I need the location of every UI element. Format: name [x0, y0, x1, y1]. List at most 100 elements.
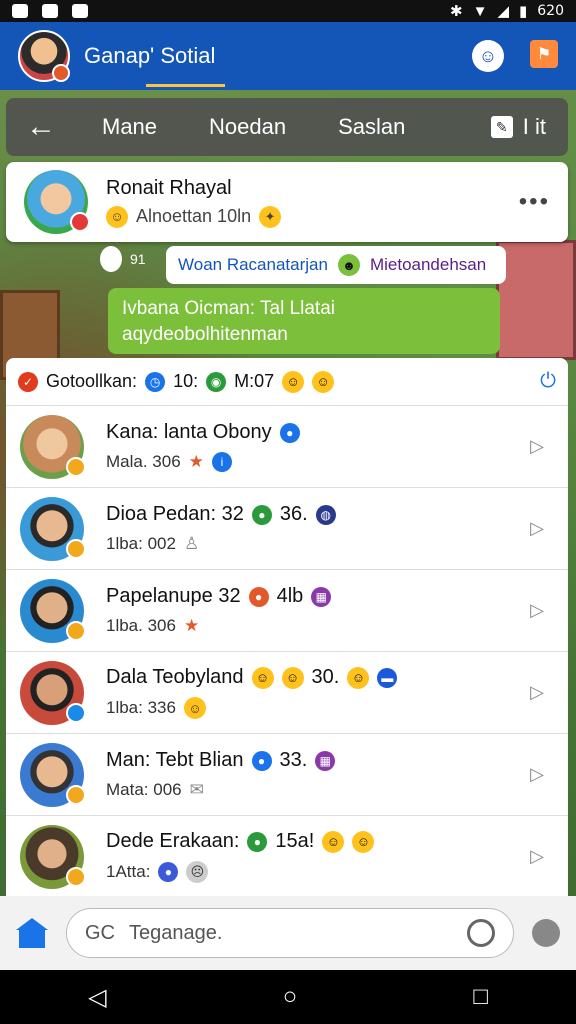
game-chip-icon: ◉ — [206, 371, 227, 392]
message-input[interactable]: GC Teganage. — [66, 908, 514, 958]
contact-stat: 1Atta: — [106, 862, 151, 881]
power-icon[interactable]: ⏻ — [540, 370, 556, 393]
contact-name: Kana: lanta Obony — [106, 421, 272, 443]
tab-mane[interactable]: Mane — [76, 114, 183, 140]
contacts-panel: ✓ Gotoollkan: ◷ 10: ◉ M:07 ☺ ☺ ⏻ Kana: l… — [6, 358, 568, 898]
edit-button[interactable]: ✎ I it — [490, 114, 546, 140]
check-badge-icon: ✓ — [18, 371, 38, 392]
chat-small-text: 91 — [130, 251, 146, 267]
shield-chip-icon: ● — [279, 422, 300, 443]
hug-emoji-icon: ☺ — [183, 697, 206, 719]
image-icon — [42, 4, 58, 18]
game-chip-icon: ● — [247, 831, 268, 852]
list-item[interactable]: Dede Erakaan: ● 15a! ☺ ☺ 1Atta: ● ☹ ▷ — [6, 816, 568, 898]
list-item[interactable]: Kana: lanta Obony ● Mala. 306 ★ i ▷ — [6, 406, 568, 488]
bluetooth-icon: ✱ — [450, 3, 463, 20]
wink-emoji-icon: ☺ — [312, 370, 335, 393]
app-bar: Ganap' Sotial ☺ ⚑ — [0, 22, 576, 90]
notification-badge-icon — [70, 212, 90, 232]
grin-emoji-icon: ☺ — [281, 666, 304, 689]
clock: 620 — [537, 3, 564, 19]
play-icon[interactable]: ▷ — [520, 600, 554, 621]
recents-nav-icon[interactable]: □ — [473, 983, 488, 1011]
notification-icon — [12, 4, 28, 18]
profile-avatar[interactable] — [24, 170, 90, 234]
contact-extra: 4lb — [276, 585, 304, 607]
panel-header-label: Gotoollkan: — [46, 371, 138, 391]
smile-emoji-icon: ☺ — [251, 666, 274, 689]
star-badge-icon — [66, 456, 86, 477]
laugh-emoji-icon: ☺ — [282, 370, 305, 393]
green-bubble-line1: Ivbana Oicman: Tal Llatai — [122, 298, 335, 319]
clock-chip-icon: ◷ — [145, 371, 166, 392]
list-item[interactable]: Dioa Pedan: 32 ● 36. ◍ 1lba: 002 ♙ ▷ — [6, 488, 568, 570]
voice-icon[interactable] — [532, 919, 560, 947]
home-nav-icon[interactable]: ○ — [283, 983, 298, 1011]
star-icon: ★ — [183, 616, 200, 635]
camera-icon[interactable] — [467, 919, 495, 947]
input-placeholder: Teganage. — [129, 921, 223, 944]
tab-saslan[interactable]: Saslan — [312, 114, 431, 140]
contact-avatar — [20, 742, 86, 807]
contact-stat: Mata: 006 — [106, 780, 182, 799]
play-icon[interactable]: ▷ — [520, 682, 554, 703]
app-icon — [72, 4, 88, 18]
sticker-chip-icon: ● — [158, 862, 179, 882]
info-chip-icon: i — [211, 452, 232, 472]
star-badge-icon — [66, 620, 86, 641]
panel-header: ✓ Gotoollkan: ◷ 10: ◉ M:07 ☺ ☺ ⏻ — [6, 358, 568, 406]
back-nav-icon[interactable]: ◁ — [88, 983, 106, 1012]
sparkle-emoji-icon: ✦ — [259, 205, 282, 228]
star-badge-icon — [66, 702, 86, 723]
contact-name: Dala Teobyland — [106, 666, 244, 688]
user-avatar[interactable] — [18, 30, 70, 82]
b-chip-icon: ● — [251, 750, 272, 771]
chat-icon: ✉ — [189, 780, 204, 799]
typing-dot-icon — [100, 246, 122, 272]
user-icon: ♙ — [183, 534, 200, 553]
play-icon[interactable]: ▷ — [520, 846, 554, 867]
tab-noedan[interactable]: Noedan — [183, 114, 312, 140]
home-icon[interactable] — [16, 918, 48, 948]
signal-icon: ◢ — [497, 3, 509, 20]
bottom-input-bar: GC Teganage. — [0, 896, 576, 970]
contact-name: Dede Erakaan: — [106, 830, 240, 852]
chat-bubble-green[interactable]: Ivbana Oicman: Tal Llatai aqydeobolhiten… — [108, 288, 500, 354]
wifi-icon: ▼ — [472, 2, 488, 20]
flag-icon[interactable]: ⚑ — [530, 40, 558, 68]
edit-label: I it — [522, 114, 546, 139]
panel-header-stat1: 10: — [173, 371, 199, 391]
contact-avatar — [20, 414, 86, 479]
list-item[interactable]: Dala Teobyland ☺ ☺ 30. ☺ ▬ 1lba: 336 ☺ ▷ — [6, 652, 568, 734]
play-icon[interactable]: ▷ — [520, 764, 554, 785]
contact-extra: 36. — [279, 503, 308, 525]
list-item[interactable]: Papelanupe 32 ● 4lb ▦ 1lba. 306 ★ ▷ — [6, 570, 568, 652]
play-icon[interactable]: ▷ — [520, 518, 554, 539]
calendar-chip-icon: ▦ — [315, 750, 336, 771]
shocked-emoji-icon: ☹ — [186, 861, 209, 883]
contact-avatar — [20, 578, 86, 643]
more-options-icon[interactable]: ••• — [519, 188, 550, 216]
globe-chip-icon: ◍ — [315, 504, 336, 525]
contact-stat: Mala. 306 — [106, 452, 181, 471]
profile-icon[interactable]: ☺ — [472, 40, 504, 72]
app-title: Ganap' Sotial — [84, 43, 226, 87]
contact-stat: 1lba: 002 — [106, 534, 176, 553]
chat-bubble-right-text: Mietoandehsan — [369, 255, 487, 274]
chat-indicator: 91 — [100, 246, 146, 272]
profile-status: Alnoettan 10ln — [136, 206, 252, 226]
contact-stat: 1lba: 336 — [106, 698, 176, 717]
star-icon: ★ — [188, 452, 204, 471]
contact-stat: 1lba. 306 — [106, 616, 176, 635]
star-badge-icon — [66, 866, 86, 887]
list-item[interactable]: Man: Tebt Blian ● 33. ▦ Mata: 006 ✉ ▷ — [6, 734, 568, 816]
profile-card[interactable]: Ronait Rhayal ☺ Alnoettan 10ln ✦ ••• — [6, 162, 568, 242]
back-arrow-icon[interactable]: ← — [6, 110, 76, 144]
star-badge-icon — [66, 538, 86, 559]
pin-chip-icon: ● — [248, 586, 269, 607]
smile-emoji-icon: ☺ — [106, 205, 128, 228]
contact-name: Man: Tebt Blian — [106, 749, 244, 771]
status-bar: ✱ ▼ ◢ ▮ 620 — [0, 0, 576, 22]
play-icon[interactable]: ▷ — [520, 436, 554, 457]
chat-bubble-white[interactable]: Woan Racanatarjan ☻ Mietoandehsan — [166, 246, 506, 284]
